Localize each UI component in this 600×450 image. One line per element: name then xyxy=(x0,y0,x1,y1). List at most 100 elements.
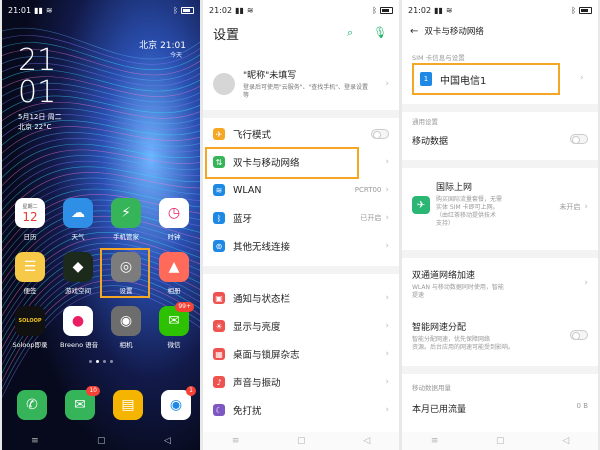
city-name: 北京 xyxy=(139,41,158,51)
wechat-icon: ✉ 99+ xyxy=(159,302,194,336)
dual-sim-screen: 21:02 ▮▮ ≋ ᛒ ← 双卡与移动网络 SIM 卡信息与设置 1 中国电信… xyxy=(402,0,598,450)
app-clock[interactable]: ◷ 时钟 xyxy=(156,198,192,241)
microphone-icon[interactable]: 🎙 xyxy=(373,26,387,39)
back-nav-button[interactable]: ◁ xyxy=(363,436,370,446)
desktop-icon: ▦ xyxy=(213,348,225,360)
app-game-space[interactable]: ◆ 游戏空间 xyxy=(60,252,96,295)
chevron-right-icon: › xyxy=(385,79,389,89)
app-camera[interactable]: ◉ 相机 xyxy=(108,306,144,349)
dual-channel-row[interactable]: 双通道网络加速 WLAN 与移动数据同时使用，智能 提速 › xyxy=(412,268,588,300)
app-breeno[interactable]: ● Breeno 语音 xyxy=(60,306,98,349)
home-nav-button[interactable]: ▢ xyxy=(297,436,306,446)
bluetooth-status-icon: ᛒ xyxy=(372,5,377,15)
status-bar: 21:01 ▮▮ ≋ ᛒ xyxy=(2,0,200,20)
app-weather[interactable]: ☁ 天气 xyxy=(60,198,96,241)
monthly-usage-row[interactable]: 本月已用流量 0 B xyxy=(412,402,588,415)
phone-manager-icon: ⚡ xyxy=(111,198,141,228)
dual-sim-highlight-box xyxy=(205,147,359,179)
general-section-label: 通用设置 xyxy=(412,118,438,126)
calendar-icon: 星期二 12 xyxy=(15,198,45,228)
menu-nav-button[interactable]: ≡ xyxy=(431,436,439,446)
settings-item-desktop[interactable]: ▦ 桌面与锁屏杂志 › xyxy=(203,340,399,368)
notification-badge: 99+ xyxy=(175,302,194,312)
settings-screen: 21:02 ▮▮ ≋ ᛒ 设置 ⌕ 🎙 "昵称"未填写 登录后可使用"云服务"、… xyxy=(203,0,399,450)
wireless-icon: ⊚ xyxy=(213,240,225,252)
date-text: 5月12日 周二 xyxy=(18,113,62,121)
chevron-right-icon: › xyxy=(584,278,588,288)
app-soloop[interactable]: SOLOOP Soloop即录 xyxy=(12,306,48,349)
clock-minute: 01 xyxy=(18,75,57,110)
app-gallery[interactable]: ▲ 相册 xyxy=(156,252,192,295)
chevron-right-icon: › xyxy=(385,293,389,303)
settings-item-display[interactable]: ☀ 显示与亮度 › xyxy=(203,312,399,340)
clock-icon: ◷ xyxy=(159,198,189,228)
usage-section-label: 移动数据用量 xyxy=(412,384,451,392)
divider xyxy=(203,110,399,118)
account-row[interactable]: "昵称"未填写 登录后可使用"云服务"、"查找手机"、登录设置 等 › xyxy=(203,62,399,106)
smart-speed-row[interactable]: 智能网速分配 智能分配网速，优先保障网络 资源。后台应用的网速可能受到影响。 xyxy=(412,320,588,352)
roaming-row[interactable]: ✈ 国际上网 购买国际流量套餐，无需 实体 SIM 卡即可上网。 （由红茶移动提… xyxy=(412,180,588,228)
app-label: 相册 xyxy=(167,287,181,295)
city-day: 今天 xyxy=(169,52,182,59)
app-label: 日历 xyxy=(23,233,37,241)
settings-item-wifi[interactable]: ≋ WLAN PCRT00 › xyxy=(203,176,399,204)
chevron-right-icon: › xyxy=(580,73,584,83)
mobile-data-toggle[interactable] xyxy=(570,134,588,144)
back-nav-button[interactable]: ◁ xyxy=(164,436,171,446)
smart-speed-title: 智能网速分配 xyxy=(412,323,467,333)
dock-browser[interactable]: ◉ 1 xyxy=(158,386,196,420)
back-arrow-icon[interactable]: ← xyxy=(410,26,418,37)
status-time: 21:02 xyxy=(209,5,233,15)
airplane-mode-toggle[interactable] xyxy=(371,129,389,139)
dnd-icon: ☾ xyxy=(213,404,225,416)
app-wechat[interactable]: ✉ 99+ 微信 xyxy=(156,302,194,349)
divider xyxy=(402,366,598,374)
divider xyxy=(402,250,598,258)
chevron-right-icon: › xyxy=(584,202,588,212)
mobile-data-row[interactable]: 移动数据 xyxy=(412,134,588,147)
settings-item-bluetooth[interactable]: ᛒ 蓝牙 已开启 › xyxy=(203,204,399,232)
menu-nav-button[interactable]: ≡ xyxy=(232,436,240,446)
settings-item-notification[interactable]: ▣ 通知与状态栏 › xyxy=(203,284,399,312)
settings-item-label: 通知与状态栏 xyxy=(233,294,291,305)
mobile-data-label: 移动数据 xyxy=(412,137,449,147)
breeno-icon: ● xyxy=(63,306,93,336)
chevron-right-icon: › xyxy=(385,405,389,415)
chevron-right-icon: › xyxy=(385,213,389,223)
settings-item-wireless[interactable]: ⊚ 其他无线连接 › xyxy=(203,232,399,260)
menu-nav-button[interactable]: ≡ xyxy=(31,436,39,446)
divider xyxy=(402,104,598,112)
home-nav-button[interactable]: ▢ xyxy=(496,436,505,446)
chevron-right-icon: › xyxy=(385,157,389,167)
nav-bar: ≡ ▢ ◁ xyxy=(203,432,399,450)
nav-bar: ≡ ▢ ◁ xyxy=(402,432,598,450)
chevron-right-icon: › xyxy=(385,241,389,251)
dock-files[interactable]: ▤ xyxy=(110,390,146,420)
app-label: 天气 xyxy=(71,233,85,241)
wifi-icon: ≋ xyxy=(213,184,225,196)
back-nav-button[interactable]: ◁ xyxy=(562,436,569,446)
dock-messages[interactable]: ✉ 10 xyxy=(62,386,100,420)
status-time: 21:01 xyxy=(8,5,32,15)
app-calendar[interactable]: 星期二 12 日历 xyxy=(12,198,48,241)
smart-speed-toggle[interactable] xyxy=(570,330,588,340)
settings-item-dnd[interactable]: ☾ 免打扰 › xyxy=(203,396,399,424)
chevron-right-icon: › xyxy=(385,349,389,359)
sim-card-row[interactable]: 1 中国电信1 xyxy=(412,63,560,95)
search-icon[interactable]: ⌕ xyxy=(347,26,353,40)
avatar xyxy=(213,73,235,95)
settings-item-sound[interactable]: ♪ 声音与振动 › xyxy=(203,368,399,396)
dock-phone[interactable]: ✆ xyxy=(14,390,50,420)
app-notes[interactable]: ☰ 便签 xyxy=(12,252,48,295)
app-label: Soloop即录 xyxy=(12,341,48,349)
settings-item-value: 已开启 xyxy=(360,214,382,222)
files-icon: ▤ xyxy=(113,390,143,420)
phone-icon: ✆ xyxy=(17,390,47,420)
page-indicator xyxy=(2,360,200,363)
sim-section-label: SIM 卡信息与设置 xyxy=(412,54,465,62)
app-phone-manager[interactable]: ⚡ 手机管家 xyxy=(108,198,144,241)
settings-item-airplane[interactable]: ✈ 飞行模式 xyxy=(203,120,399,148)
page-header: ← 双卡与移动网络 xyxy=(402,20,598,42)
divider xyxy=(203,266,399,274)
home-nav-button[interactable]: ▢ xyxy=(97,436,106,446)
